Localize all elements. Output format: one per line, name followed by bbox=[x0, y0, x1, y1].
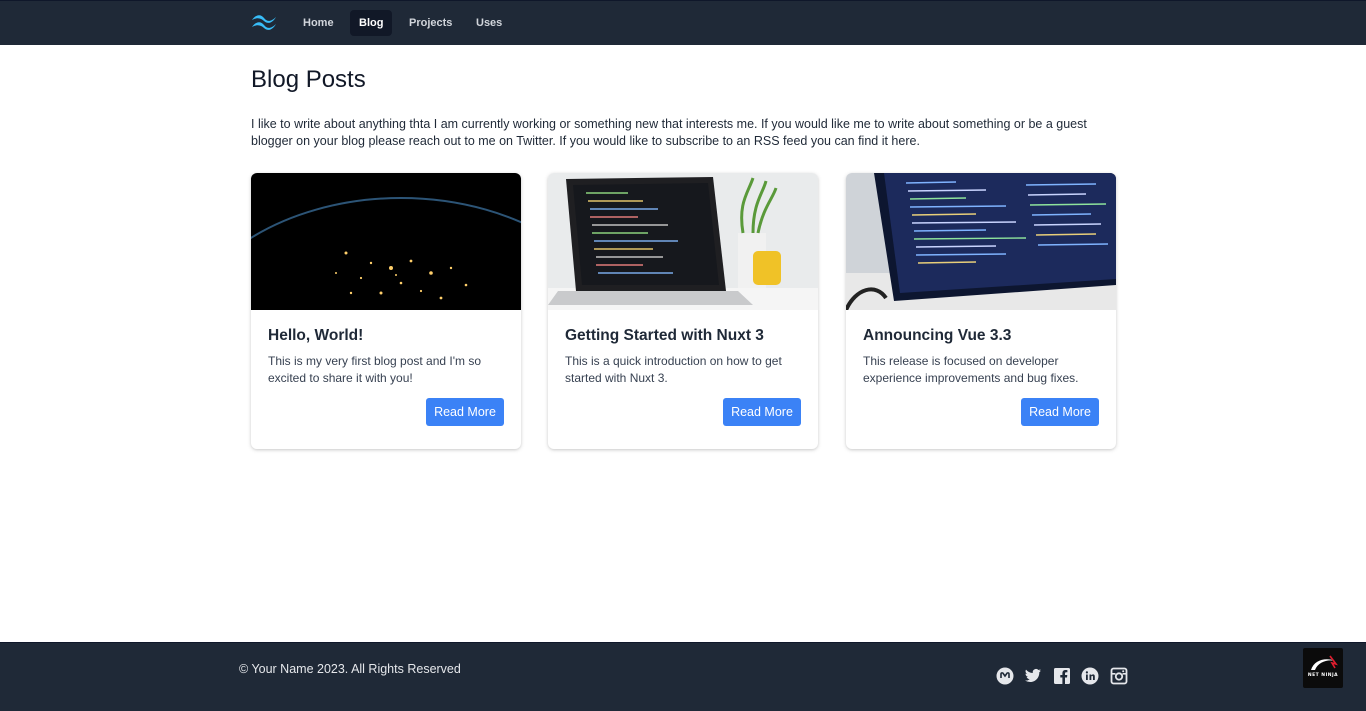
post-title[interactable]: Announcing Vue 3.3 bbox=[863, 327, 1011, 345]
facebook-icon[interactable] bbox=[1053, 667, 1071, 685]
instagram-icon[interactable] bbox=[1110, 667, 1128, 685]
twitter-icon[interactable] bbox=[1024, 667, 1042, 685]
tailwind-logo-icon[interactable] bbox=[250, 11, 278, 33]
read-more-button[interactable]: Read More bbox=[1021, 398, 1099, 426]
post-description: This is a quick introduction on how to g… bbox=[565, 354, 782, 385]
read-more-button[interactable]: Read More bbox=[426, 398, 504, 426]
linkedin-icon[interactable] bbox=[1081, 667, 1099, 685]
read-more-button[interactable]: Read More bbox=[723, 398, 801, 426]
nav-link-uses[interactable]: Uses bbox=[467, 10, 511, 36]
badge-label: NET NINJA bbox=[1307, 673, 1339, 678]
earth-night-lights-image bbox=[251, 173, 521, 310]
post-description: This release is focused on developer exp… bbox=[863, 354, 1079, 385]
blog-post-card: Hello, World! This is my very first blog… bbox=[251, 173, 521, 449]
site-footer: © Your Name 2023. All Rights Reserved NE… bbox=[0, 642, 1366, 711]
blog-post-card: Announcing Vue 3.3 This release is focus… bbox=[846, 173, 1116, 449]
nav-link-home[interactable]: Home bbox=[294, 10, 343, 36]
ninja-logo-icon bbox=[1311, 655, 1338, 670]
monitor-code-image bbox=[846, 173, 1116, 310]
net-ninja-badge[interactable]: NET NINJA bbox=[1303, 648, 1343, 688]
intro-paragraph: I like to write about anything thta I am… bbox=[251, 117, 1087, 148]
laptop-code-plant-image bbox=[548, 173, 818, 310]
nav-link-projects[interactable]: Projects bbox=[400, 10, 461, 36]
post-description: This is my very first blog post and I'm … bbox=[268, 354, 482, 385]
blog-post-card: Getting Started with Nuxt 3 This is a qu… bbox=[548, 173, 818, 449]
top-navbar: Home Blog Projects Uses bbox=[0, 0, 1366, 45]
post-title[interactable]: Getting Started with Nuxt 3 bbox=[565, 327, 764, 345]
mastodon-icon[interactable] bbox=[996, 667, 1014, 685]
nav-link-blog[interactable]: Blog bbox=[350, 10, 393, 36]
post-title[interactable]: Hello, World! bbox=[268, 327, 363, 345]
page-title: Blog Posts bbox=[251, 66, 366, 93]
copyright-text: © Your Name 2023. All Rights Reserved bbox=[239, 662, 461, 676]
